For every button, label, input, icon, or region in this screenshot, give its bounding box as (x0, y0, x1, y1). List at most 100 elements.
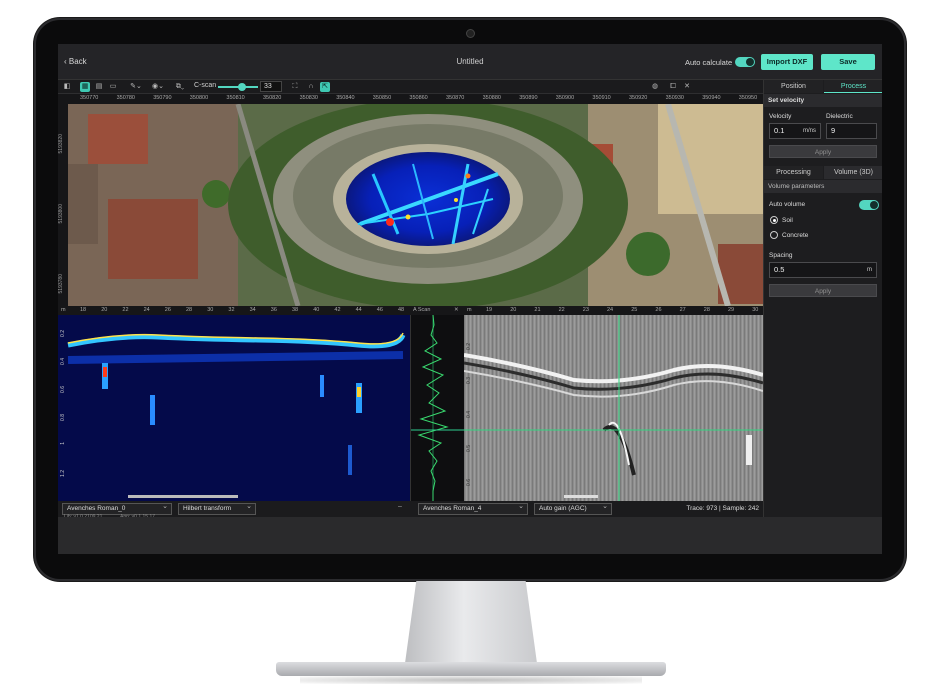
ruler-tick: 40 (313, 307, 320, 313)
bscan-radargram[interactable]: 0.2 0.4 0.6 0.8 1 1.2 (58, 315, 410, 501)
dielectric-input[interactable]: 9 (826, 123, 877, 139)
ruler-tick: 350840 (336, 95, 355, 101)
webcam (466, 29, 475, 38)
bottom-strip (58, 517, 882, 554)
transform-select[interactable]: Hilbert transform (178, 502, 256, 515)
tools-icon[interactable]: ✕ (682, 82, 692, 92)
bscan-footer: Avenches Roman_0 Hilbert transform – (58, 501, 410, 517)
cscan-label: C-scan (194, 82, 217, 89)
back-button[interactable]: ‹ Back (64, 57, 87, 66)
layout-rows-icon[interactable]: ▤ (94, 82, 104, 92)
pointer-icon[interactable]: ⇱ (320, 82, 330, 92)
ruler-tick: 350790 (153, 95, 172, 101)
ruler-tick: 22 (558, 307, 565, 313)
globe-icon[interactable]: ◍ (650, 82, 660, 92)
bscan-image (58, 315, 410, 501)
velocity-label: Velocity (769, 113, 792, 120)
save-button[interactable]: Save (821, 54, 875, 70)
ascan-close-button[interactable]: ✕ (454, 307, 459, 313)
magnet-icon[interactable]: ∩ (306, 82, 316, 92)
ruler-tick: 38 (292, 307, 299, 313)
pen-tool-icon[interactable]: ✎⌄ (128, 82, 144, 92)
gain-select[interactable]: Auto gain (AGC) (534, 502, 612, 515)
bscan-x-ruler: m 18 20 22 24 26 28 30 32 34 36 38 40 42 44 46 48 (58, 306, 410, 315)
radio-soil-label: Soil (782, 217, 793, 224)
tab-process[interactable]: Process (824, 80, 882, 93)
map-x-ruler: 350770 350780 350790 350800 350810 350820 3508… (58, 94, 763, 104)
ruler-tick: 48 (398, 307, 405, 313)
export-image-icon[interactable]: ⧠ (668, 82, 678, 92)
tab-position[interactable]: Position (764, 80, 823, 93)
ruler-tick: 27 (679, 307, 686, 313)
set-velocity-header: Set velocity (764, 94, 882, 107)
ruler-unit: m (61, 307, 66, 313)
top-bar: ‹ Back Untitled Auto calculate Import DX… (58, 44, 882, 80)
ruler-tick: 0.6 (466, 479, 472, 486)
document-title: Untitled (456, 57, 484, 66)
velocity-input[interactable]: 0.1 m/ns (769, 123, 821, 139)
ruler-tick: 20 (510, 307, 517, 313)
auto-calculate-toggle[interactable] (735, 57, 755, 67)
ruler-tick: 25 (631, 307, 638, 313)
ruler-tick: 0.2 (466, 343, 472, 350)
layout-single-icon[interactable]: ▭ (108, 82, 118, 92)
ruler-tick: 36 (270, 307, 277, 313)
ruler-tick: 350950 (738, 95, 758, 101)
monitor-base (276, 662, 666, 676)
velocity-unit: m/ns (802, 128, 816, 134)
fullscreen-icon[interactable]: ⛶ (290, 82, 300, 92)
layout-grid-icon[interactable]: ▦ (80, 82, 90, 92)
toolbar: ◧ ▦ ▤ ▭ ✎⌄ ◉⌄ ⧉⌄ C-scan 33 ⛶ ∩ ⇱ ◍ ⧠ ✕ (58, 80, 763, 94)
eye-icon[interactable]: ◉⌄ (150, 82, 166, 92)
auto-volume-toggle[interactable] (859, 200, 879, 210)
cscan-value-input[interactable]: 33 (260, 81, 282, 92)
gray-dataset-select[interactable]: Avenches Roman_4 (418, 502, 528, 515)
ruler-tick: 21 (534, 307, 541, 313)
ruler-tick: 44 (355, 307, 362, 313)
ruler-tick: 0.3 (466, 377, 472, 384)
gray-x-ruler: m 19 20 21 22 23 24 25 26 27 28 29 30 (464, 306, 763, 315)
subtab-processing[interactable]: Processing (764, 166, 823, 179)
satellite-map[interactable] (68, 104, 763, 306)
ascan-waveform (411, 314, 465, 501)
ruler-tick: 5193820 (58, 134, 64, 154)
panel-toggle-icon[interactable]: ◧ (62, 82, 72, 92)
subtab-volume-3d[interactable]: Volume (3D) (824, 166, 882, 179)
back-label: Back (68, 57, 87, 66)
ruler-tick: 24 (607, 307, 614, 313)
dielectric-label: Dielectric (826, 113, 853, 120)
monitor-stand (404, 581, 538, 665)
apply-volume-button[interactable]: Apply (769, 284, 877, 297)
import-dxf-button[interactable]: Import DXF (761, 54, 813, 70)
ruler-tick: 350880 (482, 95, 501, 101)
app-screen: ‹ Back Untitled Auto calculate Import DX… (58, 44, 882, 554)
ruler-tick: 350890 (519, 95, 538, 101)
radargram-gray[interactable]: 0.2 0.3 0.4 0.5 0.6 (464, 315, 763, 501)
ruler-tick: 0.4 (60, 358, 66, 365)
spacing-unit: m (867, 267, 872, 273)
minimize-button[interactable]: – (398, 503, 402, 510)
layers-icon[interactable]: ⧉⌄ (172, 82, 188, 92)
ruler-tick: 23 (582, 307, 589, 313)
volume-parameters-header: Volume parameters (764, 180, 882, 193)
radio-concrete[interactable] (770, 231, 778, 239)
ruler-tick: 350940 (702, 95, 721, 101)
ruler-tick: 34 (249, 307, 256, 313)
map-y-ruler: 5193820 5193800 5193780 (58, 104, 68, 306)
radio-soil[interactable] (770, 216, 778, 224)
spacing-value: 0.5 (774, 265, 785, 274)
ascan-plot (410, 314, 465, 501)
ruler-tick: 32 (228, 307, 235, 313)
ascan-header: A Scan ✕ (410, 306, 464, 315)
stand-shadow (300, 676, 642, 684)
cscan-slider-handle[interactable] (238, 83, 246, 91)
ruler-tick: 46 (376, 307, 383, 313)
ruler-tick: 350860 (409, 95, 428, 101)
spacing-input[interactable]: 0.5 m (769, 262, 877, 278)
velocity-value: 0.1 (774, 126, 785, 135)
ruler-tick: 350830 (299, 95, 318, 101)
apply-velocity-button[interactable]: Apply (769, 145, 877, 158)
ruler-tick: 26 (164, 307, 171, 313)
ruler-tick: 28 (703, 307, 710, 313)
ruler-tick: 350770 (80, 95, 99, 101)
